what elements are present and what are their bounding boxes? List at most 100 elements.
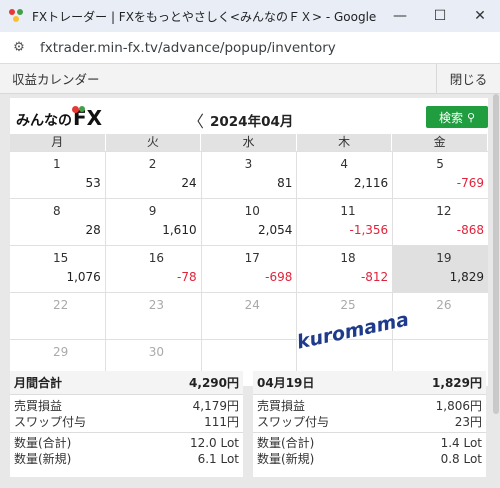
- day-number: 11: [340, 204, 356, 218]
- calendar-day-cell[interactable]: 8 28: [10, 199, 106, 245]
- summary-row: 数量(新規) 6.1 Lot: [10, 451, 243, 467]
- day-number: 10: [244, 204, 260, 218]
- calendar-grid: 月火水木金 1 53 2 24 3 81 4 2,116 5 -769 8 28 9 1,610 10 2,0…: [10, 134, 488, 386]
- summary-row: 売買損益 1,806円: [253, 398, 486, 414]
- url-text[interactable]: fxtrader.min-fx.tv/advance/popup/invento…: [40, 40, 336, 56]
- minimize-icon[interactable]: —: [380, 0, 420, 32]
- day-profit-value: 2,054: [258, 223, 293, 237]
- browser-title-bar: FXトレーダー | FXをもっとやさしく<みんなのＦＸ> - Google Ch…: [0, 0, 500, 32]
- page-title: 収益カレンダー: [12, 72, 100, 87]
- calendar-day-cell[interactable]: 1 53: [10, 152, 106, 198]
- swap-value: 23円: [454, 415, 482, 429]
- summary-row: 数量(合計) 12.0 Lot: [10, 435, 243, 451]
- calendar-day-cell[interactable]: 11 -1,356: [297, 199, 394, 245]
- calendar-day-cell[interactable]: 4 2,116: [297, 152, 394, 198]
- day-number: 15: [53, 251, 69, 265]
- calendar-week-row: 22 23 24 25 26: [10, 292, 488, 339]
- day-profit-value: -1,356: [349, 223, 389, 237]
- pl-value: 1,806円: [435, 399, 482, 413]
- daily-summary-header: 04月19日 1,829円: [253, 371, 486, 395]
- pl-label: 売買損益: [257, 399, 306, 413]
- month-navigation: 〈 2024年04月: [186, 108, 293, 132]
- close-button[interactable]: 閉じる: [436, 63, 500, 94]
- day-profit-value: 1,076: [66, 270, 101, 284]
- calendar-panel: みんなの FX 〈 2024年04月 検索 ⚲ 月火水木金 1 53 2 24 3 81 4…: [10, 98, 488, 386]
- weekday-label: 木: [297, 134, 393, 151]
- maximize-icon[interactable]: ☐: [420, 0, 460, 32]
- logo-dot-red: [72, 106, 79, 113]
- calendar-day-cell[interactable]: 23: [105, 293, 202, 339]
- calendar-day-cell[interactable]: 5 -769: [393, 152, 488, 198]
- weekday-header: 月火水木金: [10, 134, 488, 151]
- day-profit-value: -698: [265, 270, 293, 284]
- calendar-day-cell[interactable]: 22: [10, 293, 106, 339]
- main-area: みんなの FX 〈 2024年04月 検索 ⚲ 月火水木金 1 53 2 24 3 81 4…: [0, 94, 500, 488]
- address-bar[interactable]: ⚙ fxtrader.min-fx.tv/advance/popup/inven…: [0, 32, 500, 64]
- calendar-day-cell[interactable]: 2 24: [105, 152, 202, 198]
- day-number: 8: [53, 204, 61, 218]
- day-profit-value: 1,829: [449, 270, 484, 284]
- day-number: 12: [436, 204, 452, 218]
- qty-new-value: 0.8 Lot: [440, 452, 482, 466]
- day-number: 26: [436, 298, 452, 312]
- summary-row: スワップ付与 111円: [10, 414, 243, 430]
- calendar-week-row: 15 1,076 16 -78 17 -698 18 -812 19 1,829: [10, 245, 488, 292]
- calendar-day-cell[interactable]: 9 1,610: [105, 199, 202, 245]
- site-info-icon[interactable]: ⚙: [10, 39, 28, 57]
- calendar-day-cell[interactable]: 16 -78: [105, 246, 202, 292]
- prev-month-button[interactable]: 〈: [186, 108, 206, 132]
- scrollbar[interactable]: [493, 94, 499, 414]
- summary-row: 数量(新規) 0.8 Lot: [253, 451, 486, 467]
- qty-total-value: 12.0 Lot: [189, 436, 239, 450]
- calendar-day-cell[interactable]: 3 81: [201, 152, 298, 198]
- calendar-day-cell-selected[interactable]: 19 1,829: [393, 246, 488, 292]
- day-number: 9: [148, 204, 157, 218]
- daily-summary-title: 04月19日: [257, 376, 315, 390]
- calendar-day-cell[interactable]: 17 -698: [201, 246, 298, 292]
- monthly-summary-header: 月間合計 4,290円: [10, 371, 243, 395]
- divider: [253, 432, 486, 433]
- monthly-summary-title: 月間合計: [14, 376, 63, 390]
- day-number: 4: [340, 157, 349, 171]
- day-profit-value: 81: [277, 176, 293, 190]
- search-button-label: 検索: [438, 110, 463, 125]
- day-number: 23: [148, 298, 165, 312]
- day-profit-value: 53: [85, 176, 101, 190]
- weekday-label: 月: [10, 134, 106, 151]
- window-title: FXトレーダー | FXをもっとやさしく<みんなのＦＸ> - Google Ch…: [32, 9, 380, 24]
- minna-no-fx-logo: みんなの FX: [16, 106, 102, 130]
- day-number: 3: [244, 157, 253, 171]
- logo-text-jp: みんなの: [16, 113, 72, 129]
- monthly-summary-total: 4,290円: [189, 376, 239, 390]
- qty-new-label: 数量(新規): [257, 452, 315, 466]
- search-button[interactable]: 検索 ⚲: [426, 106, 488, 128]
- day-profit-value: -769: [456, 176, 484, 190]
- day-number: 17: [244, 251, 260, 265]
- day-number: 29: [53, 345, 69, 359]
- weekday-label: 火: [106, 134, 202, 151]
- day-number: 16: [148, 251, 165, 265]
- weekday-label: 水: [201, 134, 297, 151]
- app-header: 収益カレンダー 閉じる: [0, 63, 500, 94]
- calendar-day-cell[interactable]: 15 1,076: [10, 246, 106, 292]
- calendar-day-cell[interactable]: 10 2,054: [201, 199, 298, 245]
- day-number: 5: [436, 157, 444, 171]
- calendar-day-cell[interactable]: 12 -868: [393, 199, 488, 245]
- calendar-day-cell[interactable]: 18 -812: [297, 246, 394, 292]
- search-icon: ⚲: [466, 110, 476, 124]
- summary-row: 数量(合計) 1.4 Lot: [253, 435, 486, 451]
- pl-value: 4,179円: [192, 399, 239, 413]
- day-profit-value: 24: [181, 176, 197, 190]
- summary-row: 売買損益 4,179円: [10, 398, 243, 414]
- calendar-week-row: 8 28 9 1,610 10 2,054 11 -1,356 12 -868: [10, 198, 488, 245]
- swap-value: 111円: [204, 415, 239, 429]
- pl-label: 売買損益: [14, 399, 63, 413]
- day-number: 22: [53, 298, 69, 312]
- day-number: 19: [436, 251, 452, 265]
- calendar-day-cell[interactable]: 24: [201, 293, 298, 339]
- close-icon[interactable]: ✕: [460, 0, 500, 32]
- swap-label: スワップ付与: [257, 415, 330, 429]
- qty-total-label: 数量(合計): [14, 436, 72, 450]
- calendar-body: 1 53 2 24 3 81 4 2,116 5 -769 8 28 9 1,610 10 2,054 11 -1…: [10, 151, 488, 386]
- qty-new-label: 数量(新規): [14, 452, 72, 466]
